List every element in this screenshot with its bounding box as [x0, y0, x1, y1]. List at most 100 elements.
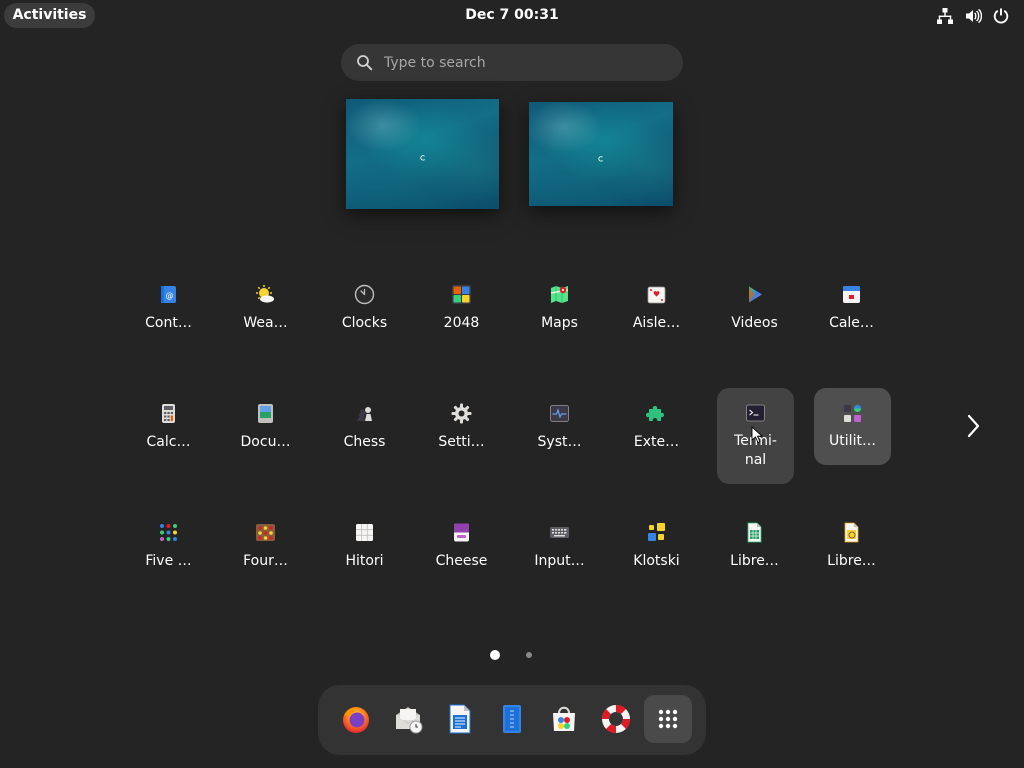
system-monitor-icon — [549, 403, 570, 424]
app-label: Calc… — [146, 434, 191, 450]
calendar-icon — [841, 284, 862, 305]
date-time-button[interactable]: Dec 7 00:31 — [432, 0, 592, 32]
gnome-activities-overview: Activities Dec 7 00:31 Type to search @ … — [0, 0, 1024, 768]
app-2048[interactable]: 2048 — [423, 274, 500, 351]
dash-help[interactable] — [592, 695, 640, 743]
app-chess[interactable]: Chess — [326, 393, 403, 470]
dash — [318, 685, 706, 755]
debian-swirl-icon — [597, 148, 605, 162]
app-label: Maps — [541, 315, 578, 331]
videos-icon — [744, 284, 765, 305]
libreoffice-draw-icon — [841, 522, 862, 543]
app-label: Four… — [243, 553, 288, 569]
contacts-icon: @ — [158, 284, 179, 305]
page-indicator-1[interactable] — [490, 650, 500, 660]
settings-gear-icon — [451, 403, 472, 424]
app-label: Libre… — [827, 553, 876, 569]
activities-button[interactable]: Activities — [4, 3, 95, 28]
search-input[interactable] — [384, 44, 664, 81]
app-label: Wea… — [243, 315, 288, 331]
app-label: Input… — [534, 553, 585, 569]
app-maps[interactable]: Maps — [521, 274, 598, 351]
extensions-puzzle-icon — [646, 403, 667, 424]
dash-libreoffice-writer[interactable] — [436, 695, 484, 743]
app-weather[interactable]: Wea… — [227, 274, 304, 351]
volume-icon[interactable] — [964, 7, 982, 25]
app-label: Syst… — [537, 434, 582, 450]
app-clocks[interactable]: Clocks — [326, 274, 403, 351]
software-store-icon — [553, 706, 575, 731]
dash-firefox[interactable] — [332, 695, 380, 743]
workspace-thumbnail-2[interactable] — [529, 102, 673, 206]
app-aisleriot[interactable]: Aisle… — [618, 274, 695, 351]
app-document-viewer[interactable]: Docu… — [227, 393, 304, 470]
app-extensions[interactable]: Exte… — [618, 393, 695, 470]
app-label: Exte… — [633, 434, 680, 450]
app-label: Cont… — [145, 315, 192, 331]
app-label: Hitori — [345, 553, 384, 569]
aisleriot-cards-icon — [646, 284, 667, 305]
top-bar: Activities Dec 7 00:31 — [0, 0, 1024, 32]
app-five-or-more[interactable]: Five … — [130, 512, 207, 589]
chevron-right-icon — [967, 414, 980, 438]
app-cheese[interactable]: Cheese — [423, 512, 500, 589]
app-label-line2: nal — [744, 452, 767, 468]
app-four-in-a-row[interactable]: Four… — [227, 512, 304, 589]
cheese-webcam-icon — [451, 522, 472, 543]
four-in-a-row-icon — [255, 522, 276, 543]
app-utilities-folder[interactable]: Utilit… — [814, 388, 891, 465]
app-calculator[interactable]: Calc… — [130, 393, 207, 470]
utilities-folder-icon — [842, 403, 863, 424]
app-input-method[interactable]: Input… — [521, 512, 598, 589]
app-label: Setti… — [438, 434, 485, 450]
libreoffice-calc-icon — [744, 522, 765, 543]
app-label: Cale… — [829, 315, 874, 331]
app-libreoffice-draw[interactable]: Libre… — [813, 512, 890, 589]
system-tray[interactable] — [936, 7, 1010, 25]
dash-show-apps[interactable] — [644, 695, 692, 743]
mouse-pointer-icon — [751, 426, 763, 444]
debian-swirl-icon — [419, 147, 427, 161]
workspace-thumbnail-1[interactable] — [346, 99, 499, 209]
dash-text-editor[interactable] — [488, 695, 536, 743]
app-libreoffice-calc[interactable]: Libre… — [716, 512, 793, 589]
dash-evolution[interactable] — [384, 695, 432, 743]
next-page-arrow[interactable] — [962, 412, 984, 440]
firefox-icon — [343, 707, 369, 733]
app-klotski[interactable]: Klotski — [618, 512, 695, 589]
app-settings[interactable]: Setti… — [423, 393, 500, 470]
five-or-more-icon — [158, 522, 179, 543]
hitori-icon — [354, 522, 375, 543]
app-label: Five … — [145, 553, 192, 569]
app-label: Libre… — [730, 553, 779, 569]
app-label: Aisle… — [632, 315, 681, 331]
app-label: Utilit… — [829, 433, 876, 449]
app-contacts[interactable]: @ Cont… — [130, 274, 207, 351]
app-label: Cheese — [435, 553, 488, 569]
show-apps-grid-icon — [658, 709, 678, 729]
game-2048-icon — [451, 284, 472, 305]
terminal-icon — [745, 403, 766, 424]
document-viewer-icon — [255, 403, 276, 424]
calculator-icon — [158, 403, 179, 424]
klotski-icon — [646, 522, 667, 543]
libreoffice-writer-icon — [449, 704, 471, 734]
power-icon[interactable] — [992, 7, 1010, 25]
help-lifebuoy-icon — [601, 704, 631, 734]
app-label: Clocks — [341, 315, 388, 331]
weather-icon — [255, 284, 276, 305]
search-entry[interactable] — [341, 44, 683, 81]
svg-text:@: @ — [166, 291, 174, 300]
app-calendar[interactable]: Cale… — [813, 274, 890, 351]
app-videos[interactable]: Videos — [716, 274, 793, 351]
app-label: Videos — [731, 315, 778, 331]
app-label: 2048 — [443, 315, 480, 331]
maps-icon — [549, 284, 570, 305]
app-label: Chess — [343, 434, 386, 450]
page-indicator-2[interactable] — [526, 652, 532, 658]
dash-software[interactable] — [540, 695, 588, 743]
chess-icon — [354, 403, 375, 424]
app-hitori[interactable]: Hitori — [326, 512, 403, 589]
app-system-monitor[interactable]: Syst… — [521, 393, 598, 470]
network-wired-icon[interactable] — [936, 7, 954, 25]
